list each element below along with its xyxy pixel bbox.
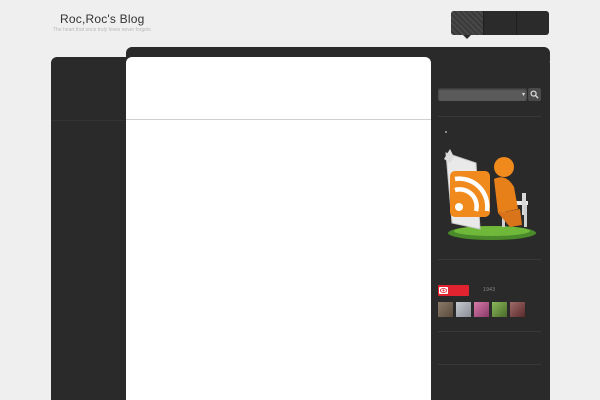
nav-item-1[interactable] (451, 11, 484, 35)
sidebar-divider (438, 259, 541, 260)
follower-count: 1943 (483, 287, 496, 293)
top-navigation (451, 11, 549, 35)
follower-avatar-3[interactable] (474, 302, 489, 317)
nav-item-3[interactable] (517, 11, 549, 35)
nav-item-2[interactable] (484, 11, 517, 35)
search-button[interactable] (528, 88, 541, 101)
weibo-follow-badge[interactable] (438, 285, 469, 296)
left-column-divider (51, 120, 126, 121)
follower-avatar-1[interactable] (438, 302, 453, 317)
sidebar-divider (438, 331, 541, 332)
search-icon (530, 90, 539, 99)
post-content-area (126, 57, 431, 400)
widget-bullet (445, 131, 447, 133)
content-divider (126, 119, 431, 120)
site-tagline: The heart that once truly loves never fo… (53, 27, 151, 33)
sidebar-divider (438, 364, 541, 365)
search-dropdown-caret-icon: ▾ (522, 92, 526, 98)
follower-avatar-4[interactable] (492, 302, 507, 317)
follower-avatars (438, 302, 525, 317)
search-input[interactable] (438, 88, 527, 101)
weibo-eye-icon (439, 287, 448, 294)
follower-avatar-2[interactable] (456, 302, 471, 317)
sidebar-divider (438, 116, 541, 117)
site-title[interactable]: Roc,Roc's Blog (60, 12, 144, 26)
nav-active-pointer (463, 35, 471, 39)
follower-avatar-5[interactable] (510, 302, 525, 317)
rss-reader-icon[interactable] (440, 143, 538, 243)
